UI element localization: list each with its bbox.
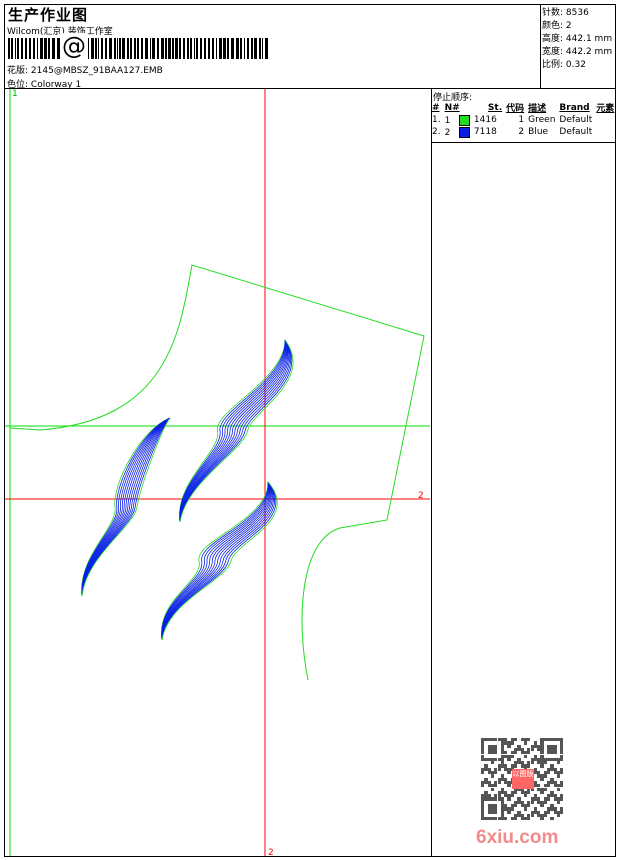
leaf-stitch-line (161, 481, 276, 641)
outline-path (9, 264, 425, 681)
leaf-stitch-line (161, 481, 270, 641)
leaf-stitch-line (161, 481, 271, 641)
qr-stamp: 以图版 (512, 769, 534, 789)
marker-bottom: 2 (268, 848, 274, 858)
leaf-motifs (81, 339, 294, 641)
leaf-stitch-line (161, 481, 273, 641)
marker-top: 1 (12, 89, 18, 99)
leaf-stitch-line (161, 481, 271, 641)
leaf-stitch-line (161, 481, 272, 641)
marker-right: 2 (418, 491, 424, 501)
watermark: 6xiu.com (476, 827, 559, 848)
design-canvas: 1 2 2 (5, 89, 430, 858)
